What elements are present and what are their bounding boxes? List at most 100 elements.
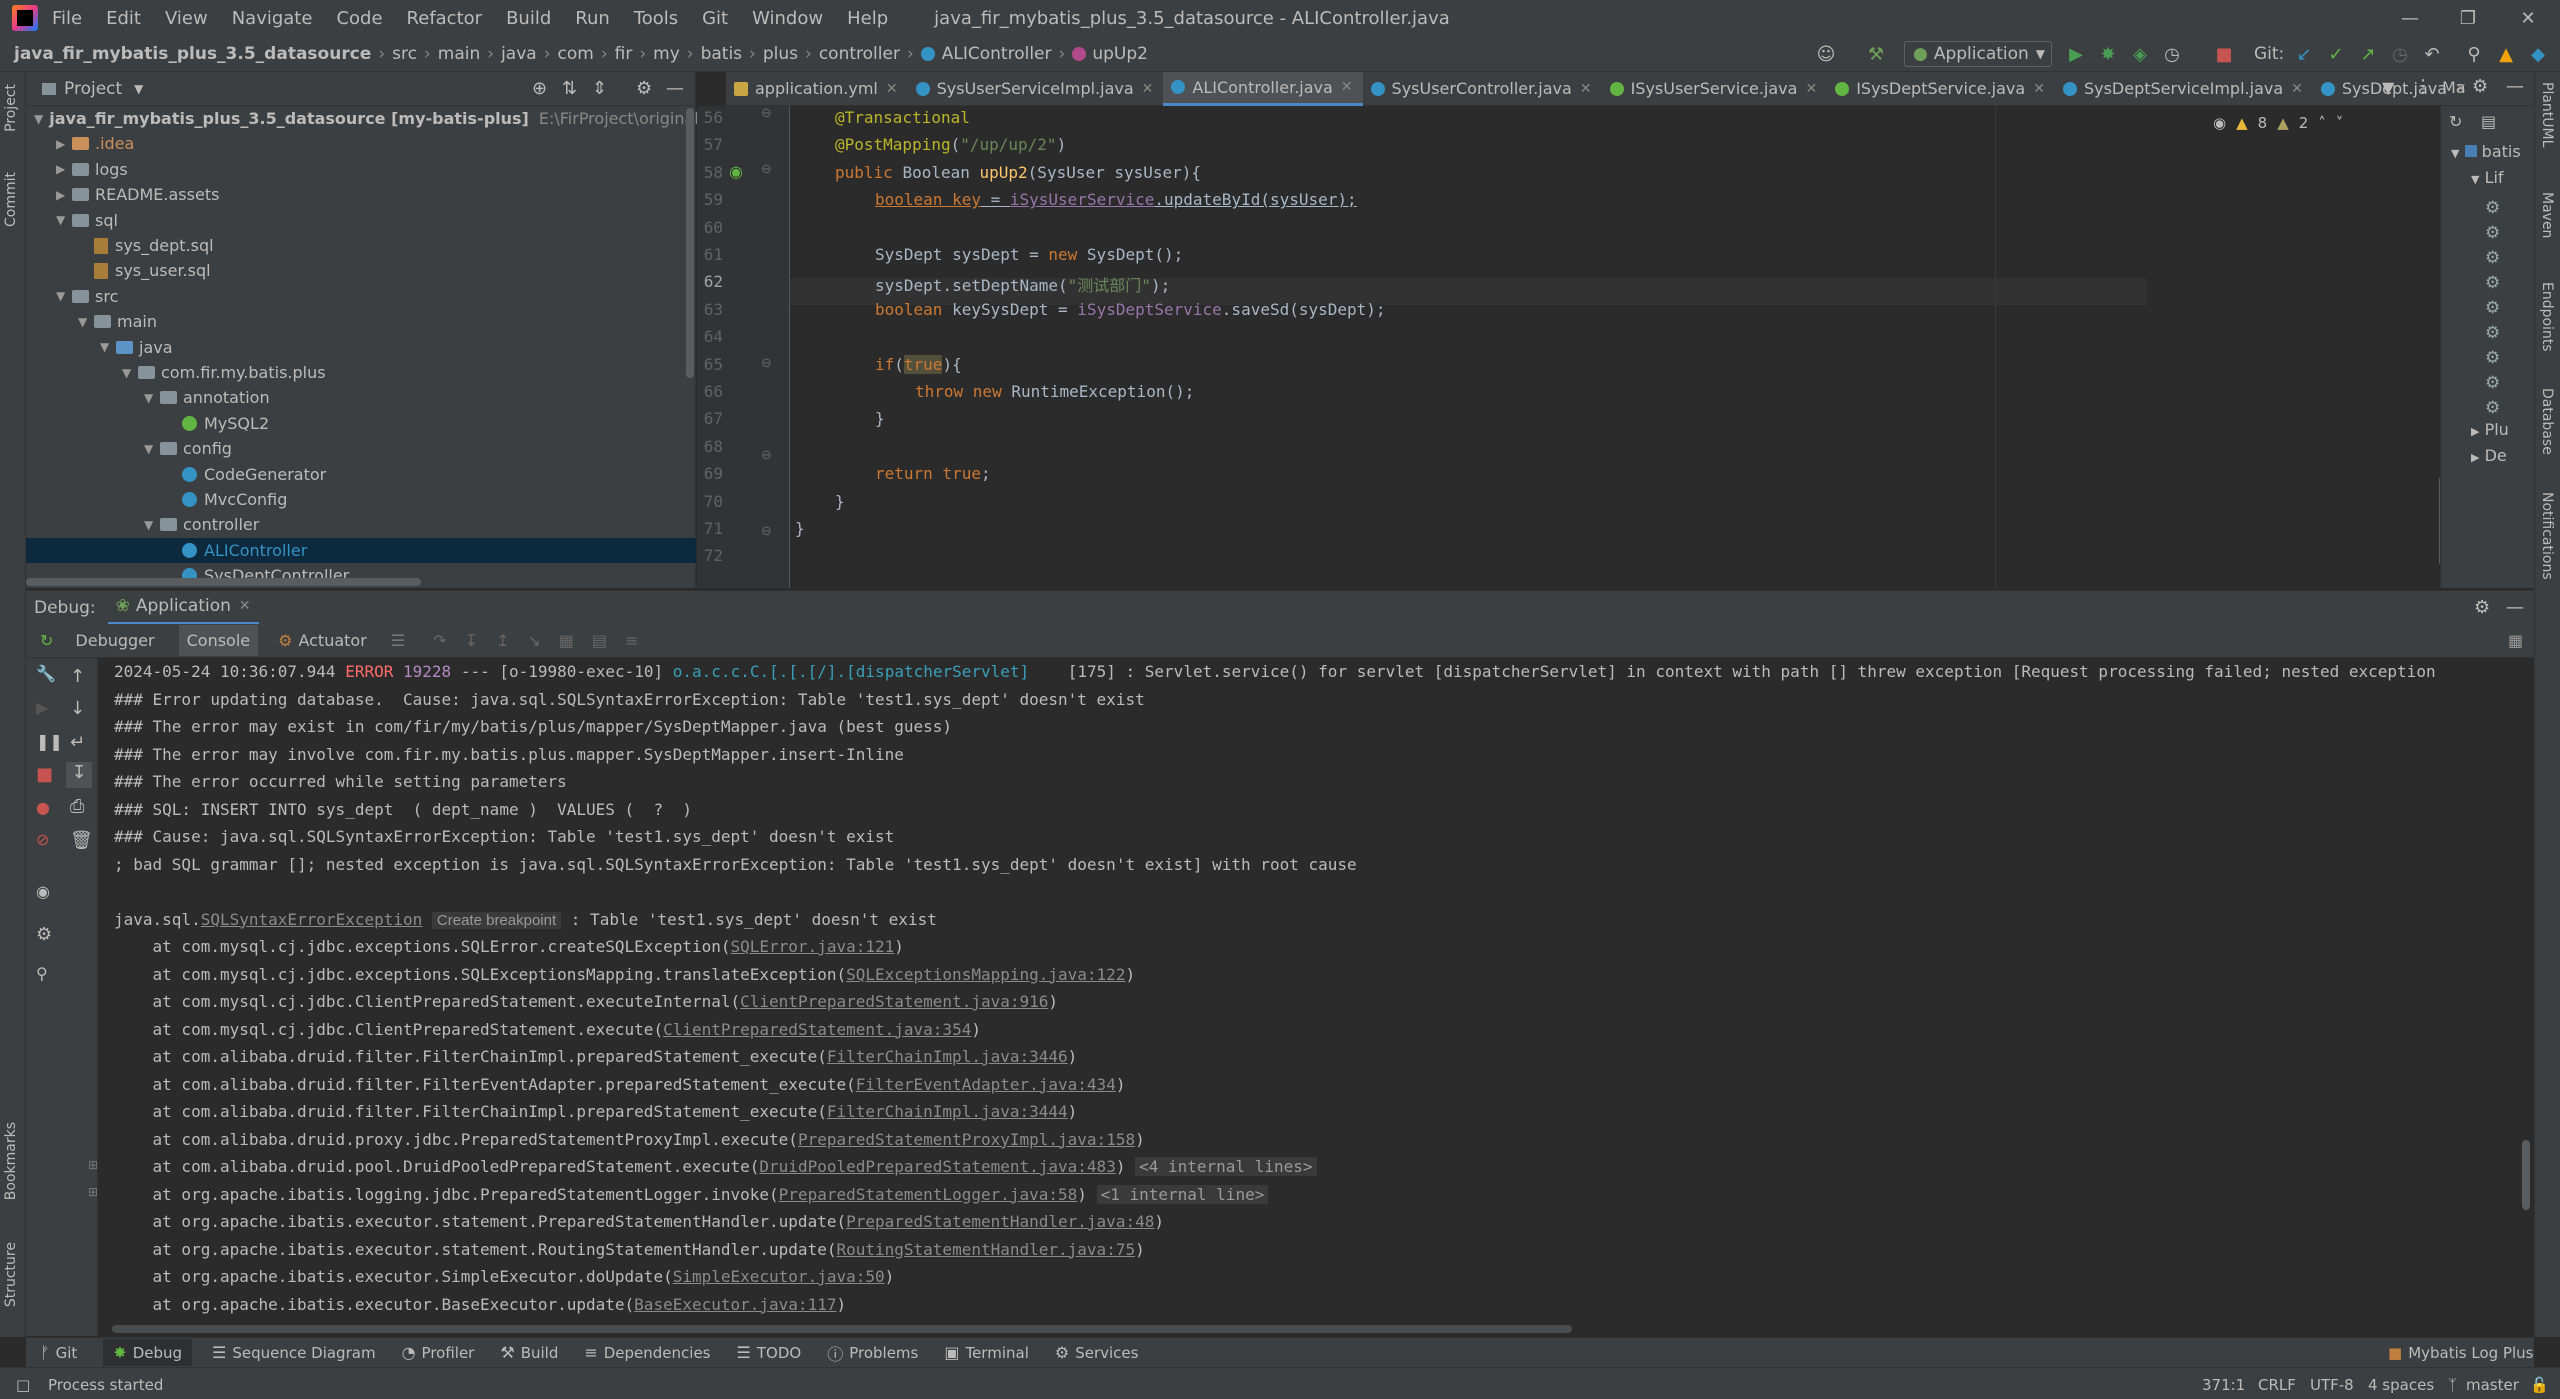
fold-icon[interactable]: ⊖ <box>761 524 772 539</box>
run-config-select[interactable]: ● Application ▼ <box>1904 41 2052 67</box>
tree-item[interactable]: ▶ .idea <box>26 131 696 156</box>
maven-item-plugins[interactable]: ▶ Plu <box>2471 420 2509 439</box>
scroll-down-icon[interactable]: ↓ <box>70 698 85 719</box>
stop-icon[interactable]: ■ <box>2212 42 2236 66</box>
panel-toggle-icon[interactable]: □ <box>16 1376 30 1394</box>
tab-actuator[interactable]: Actuator <box>298 631 366 650</box>
maven-tool-tab[interactable]: Maven <box>2539 192 2555 238</box>
stack-frame-link[interactable]: SQLExceptionsMapping.java:122 <box>846 965 1125 984</box>
close-window-icon[interactable]: ✕ <box>2500 0 2556 36</box>
code-line[interactable]: public Boolean upUp2(SysUser sysUser){ <box>835 163 1201 182</box>
chevron-down-icon[interactable]: ▼ <box>134 82 143 96</box>
tabs-overflow-icon[interactable]: ▼ <box>2382 78 2394 97</box>
tool-window-todo[interactable]: ☰ TODO <box>737 1343 802 1362</box>
editor-tab[interactable]: application.yml ✕ <box>726 72 908 106</box>
scroll-up-icon[interactable]: ↑ <box>70 666 85 687</box>
resume-icon[interactable]: ▶ <box>36 698 48 717</box>
tree-item[interactable]: CodeGenerator <box>26 462 696 487</box>
tree-item[interactable]: ▶ logs <box>26 157 696 182</box>
stack-frame-link[interactable]: ClientPreparedStatement.java:354 <box>663 1020 971 1039</box>
line-separator[interactable]: CRLF <box>2258 1376 2296 1394</box>
internal-lines-toggle[interactable]: <1 internal line> <box>1096 1184 1269 1204</box>
tool-window-build[interactable]: ⚒ Build <box>500 1343 558 1362</box>
stack-frame-link[interactable]: FilterChainImpl.java:3446 <box>827 1047 1068 1066</box>
stack-frame-link[interactable]: RoutingStatementHandler.java:75 <box>836 1240 1135 1259</box>
debug-icon[interactable]: ✸ <box>2096 42 2120 66</box>
breadcrumb-item[interactable]: plus <box>763 44 798 64</box>
console-horizontal-scrollbar[interactable] <box>112 1325 1572 1333</box>
tool-window-services[interactable]: ⚙ Services <box>1055 1343 1139 1362</box>
indent-setting[interactable]: 4 spaces <box>2368 1376 2434 1394</box>
breadcrumb-item[interactable]: my <box>653 44 680 64</box>
restore-icon[interactable]: ❐ <box>2440 0 2496 36</box>
tab-console[interactable]: Console <box>178 625 259 656</box>
lock-icon[interactable]: 🔓 <box>2530 1376 2549 1394</box>
profile-icon[interactable]: ◷ <box>2160 42 2184 66</box>
code-line[interactable]: } <box>875 409 885 428</box>
commit-tool-tab[interactable]: Commit <box>3 172 19 227</box>
bookmarks-tool-tab[interactable]: Bookmarks <box>3 1122 19 1200</box>
chevron-right-icon[interactable]: ▶ <box>56 162 72 176</box>
debug-session-tab[interactable]: ❀ Application ✕ <box>107 591 259 625</box>
git-branch[interactable]: master <box>2466 1376 2519 1394</box>
chevron-down-icon[interactable]: ▼ <box>56 289 72 303</box>
tree-item[interactable]: MySQL2 <box>26 411 696 436</box>
fold-icon[interactable]: ⊖ <box>761 162 772 177</box>
search-icon[interactable]: ⚲ <box>2462 42 2486 66</box>
update-icon[interactable]: ▲ <box>2494 42 2518 66</box>
chevron-down-icon[interactable]: ▼ <box>122 366 138 380</box>
breadcrumb-item[interactable]: controller <box>819 44 900 64</box>
run-icon[interactable]: ▶ <box>2064 42 2088 66</box>
endpoints-tool-tab[interactable]: Endpoints <box>2539 282 2555 352</box>
hammer-icon[interactable]: ⚒ <box>1864 42 1888 66</box>
internal-lines-toggle[interactable]: <4 internal lines> <box>1135 1157 1317 1176</box>
threads-icon[interactable]: ▤ <box>592 631 607 650</box>
stack-frame-link[interactable]: FilterChainImpl.java:3444 <box>827 1102 1068 1121</box>
tree-item[interactable]: ▼ sql <box>26 208 696 233</box>
breadcrumb-item[interactable]: com <box>558 44 594 64</box>
coverage-icon[interactable]: ◈ <box>2128 42 2152 66</box>
menu-navigate[interactable]: Navigate <box>232 8 313 29</box>
close-icon[interactable]: ✕ <box>2291 81 2303 97</box>
lifecycle-gears[interactable]: ⚙ ⚙ ⚙ ⚙ ⚙ ⚙ ⚙ ⚙ ⚙ <box>2485 196 2500 421</box>
breadcrumb-item[interactable]: java_fir_mybatis_plus_3.5_datasource <box>14 44 371 64</box>
history-icon[interactable]: ◷ <box>2388 42 2412 66</box>
view-breakpoints-icon[interactable]: ● <box>36 798 50 817</box>
code-line[interactable]: throw new RuntimeException(); <box>915 382 1194 401</box>
tree-item[interactable]: ▼ java <box>26 335 696 360</box>
collapse-all-icon[interactable]: ⇕ <box>592 78 607 99</box>
tree-item[interactable]: sys_user.sql <box>26 258 696 283</box>
chevron-up-icon[interactable]: ˄ <box>2318 114 2326 132</box>
code-line[interactable]: } <box>835 492 845 511</box>
editor-tab[interactable]: SysUserServiceImpl.java ✕ <box>908 72 1164 106</box>
code-line[interactable]: sysDept.setDeptName("测试部门"); <box>875 272 1170 296</box>
step-out-icon[interactable]: ↥ <box>496 631 509 650</box>
wrench-icon[interactable]: 🔧 <box>36 664 56 683</box>
chevron-down-icon[interactable]: ▼ <box>144 391 160 405</box>
fold-icon[interactable]: ⊞ <box>88 1185 98 1199</box>
file-encoding[interactable]: UTF-8 <box>2310 1376 2354 1394</box>
tree-item[interactable]: ▼ config <box>26 436 696 461</box>
trash-icon[interactable]: 🗑 <box>70 830 93 851</box>
stack-frame-link[interactable]: SimpleExecutor.java:50 <box>673 1267 885 1286</box>
pause-icon[interactable]: ❚❚ <box>36 732 63 751</box>
vertical-scrollbar[interactable] <box>686 108 694 378</box>
menu-window[interactable]: Window <box>752 8 823 29</box>
tree-item[interactable]: ▶ README.assets <box>26 182 696 207</box>
fold-icon[interactable]: ⊖ <box>761 448 772 463</box>
tree-item[interactable]: sys_dept.sql <box>26 233 696 258</box>
code-line[interactable]: @PostMapping("/up/up/2") <box>835 135 1066 154</box>
chevron-right-icon[interactable]: ▶ <box>56 137 72 151</box>
caret-position[interactable]: 371:1 <box>2202 1376 2245 1394</box>
code-line[interactable]: } <box>795 519 805 538</box>
stack-frame-link[interactable]: SQLError.java:121 <box>731 937 895 956</box>
plantuml-tool-tab[interactable]: PlantUML <box>2539 82 2555 147</box>
stack-frame-link[interactable]: PreparedStatementProxyImpl.java:158 <box>798 1130 1135 1149</box>
menu-edit[interactable]: Edit <box>106 8 141 29</box>
close-icon[interactable]: ✕ <box>886 81 898 97</box>
step-over-icon[interactable]: ↷ <box>433 631 446 650</box>
locate-icon[interactable]: ⊕ <box>532 78 547 99</box>
chevron-down-icon[interactable]: ▼ <box>78 315 94 329</box>
tool-window-git[interactable]: ᚠ Git <box>40 1343 77 1362</box>
mybatis-log-plugin[interactable]: ■ Mybatis Log Plus <box>2388 1344 2533 1362</box>
